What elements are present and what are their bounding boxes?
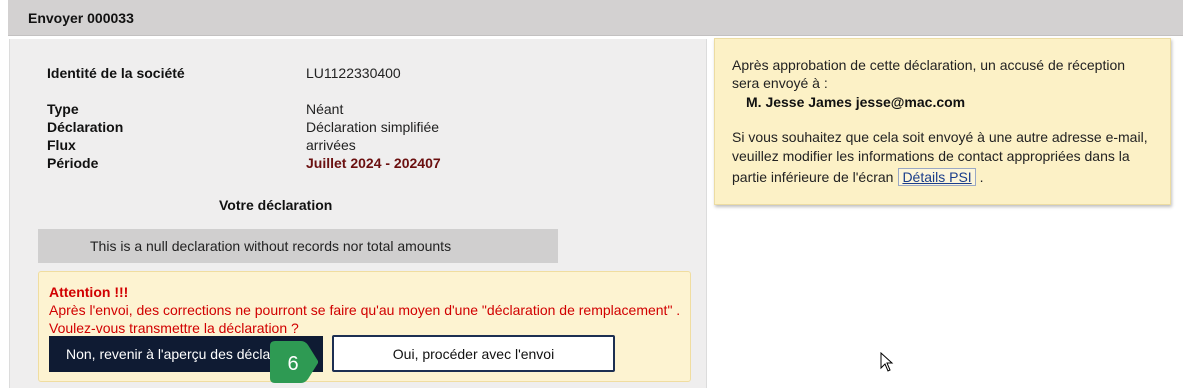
recipient-contact: M. Jesse James jesse@mac.com [746, 94, 966, 110]
step-number: 6 [287, 353, 298, 375]
info-text-line: Après approbation de cette déclaration, … [732, 57, 1126, 73]
flux-value: arrivées [306, 137, 356, 153]
acknowledgement-info-box: Après approbation de cette déclaration, … [714, 38, 1171, 205]
warning-title: Attention !!! [49, 284, 129, 300]
info-text-line: Si vous souhaitez que cela soit envoyé à… [732, 129, 1148, 145]
info-text-line: sera envoyé à : [732, 75, 828, 91]
company-identity-value: LU1122330400 [306, 65, 401, 81]
page-header: Envoyer 000033 [8, 0, 1183, 36]
type-value: Néant [306, 101, 344, 117]
confirmation-warning: Attention !!! Après l'envoi, des correct… [38, 271, 691, 382]
warning-question: Voulez-vous transmettre la déclaration ? [49, 320, 299, 336]
declaration-value: Déclaration simplifiée [306, 119, 440, 135]
warning-message: Après l'envoi, des corrections ne pourro… [49, 302, 681, 318]
info-text-line: partie inférieure de l'écran Détails PSI … [732, 168, 984, 186]
info-text-line: veuillez modifier les informations de co… [732, 148, 1130, 164]
null-declaration-text: This is a null declaration without recor… [90, 238, 452, 254]
info-text: partie inférieure de l'écran [732, 169, 894, 185]
proceed-send-button[interactable]: Oui, procéder avec l'envoi [332, 335, 615, 372]
flux-label: Flux [47, 137, 76, 153]
info-period: . [979, 169, 984, 185]
step-number-badge: 6 [270, 341, 318, 383]
null-declaration-notice: This is a null declaration without recor… [38, 229, 558, 263]
psi-details-link[interactable]: Détails PSI [898, 168, 976, 186]
company-identity-label: Identité de la société [47, 65, 185, 81]
declaration-section-title: Votre déclaration [219, 197, 333, 213]
declaration-label: Déclaration [47, 119, 124, 135]
period-value: Juillet 2024 - 202407 [306, 155, 441, 171]
mouse-cursor-icon [880, 352, 894, 372]
type-label: Type [47, 101, 79, 117]
page-title: Envoyer 000033 [28, 10, 134, 26]
period-label: Période [47, 155, 99, 171]
